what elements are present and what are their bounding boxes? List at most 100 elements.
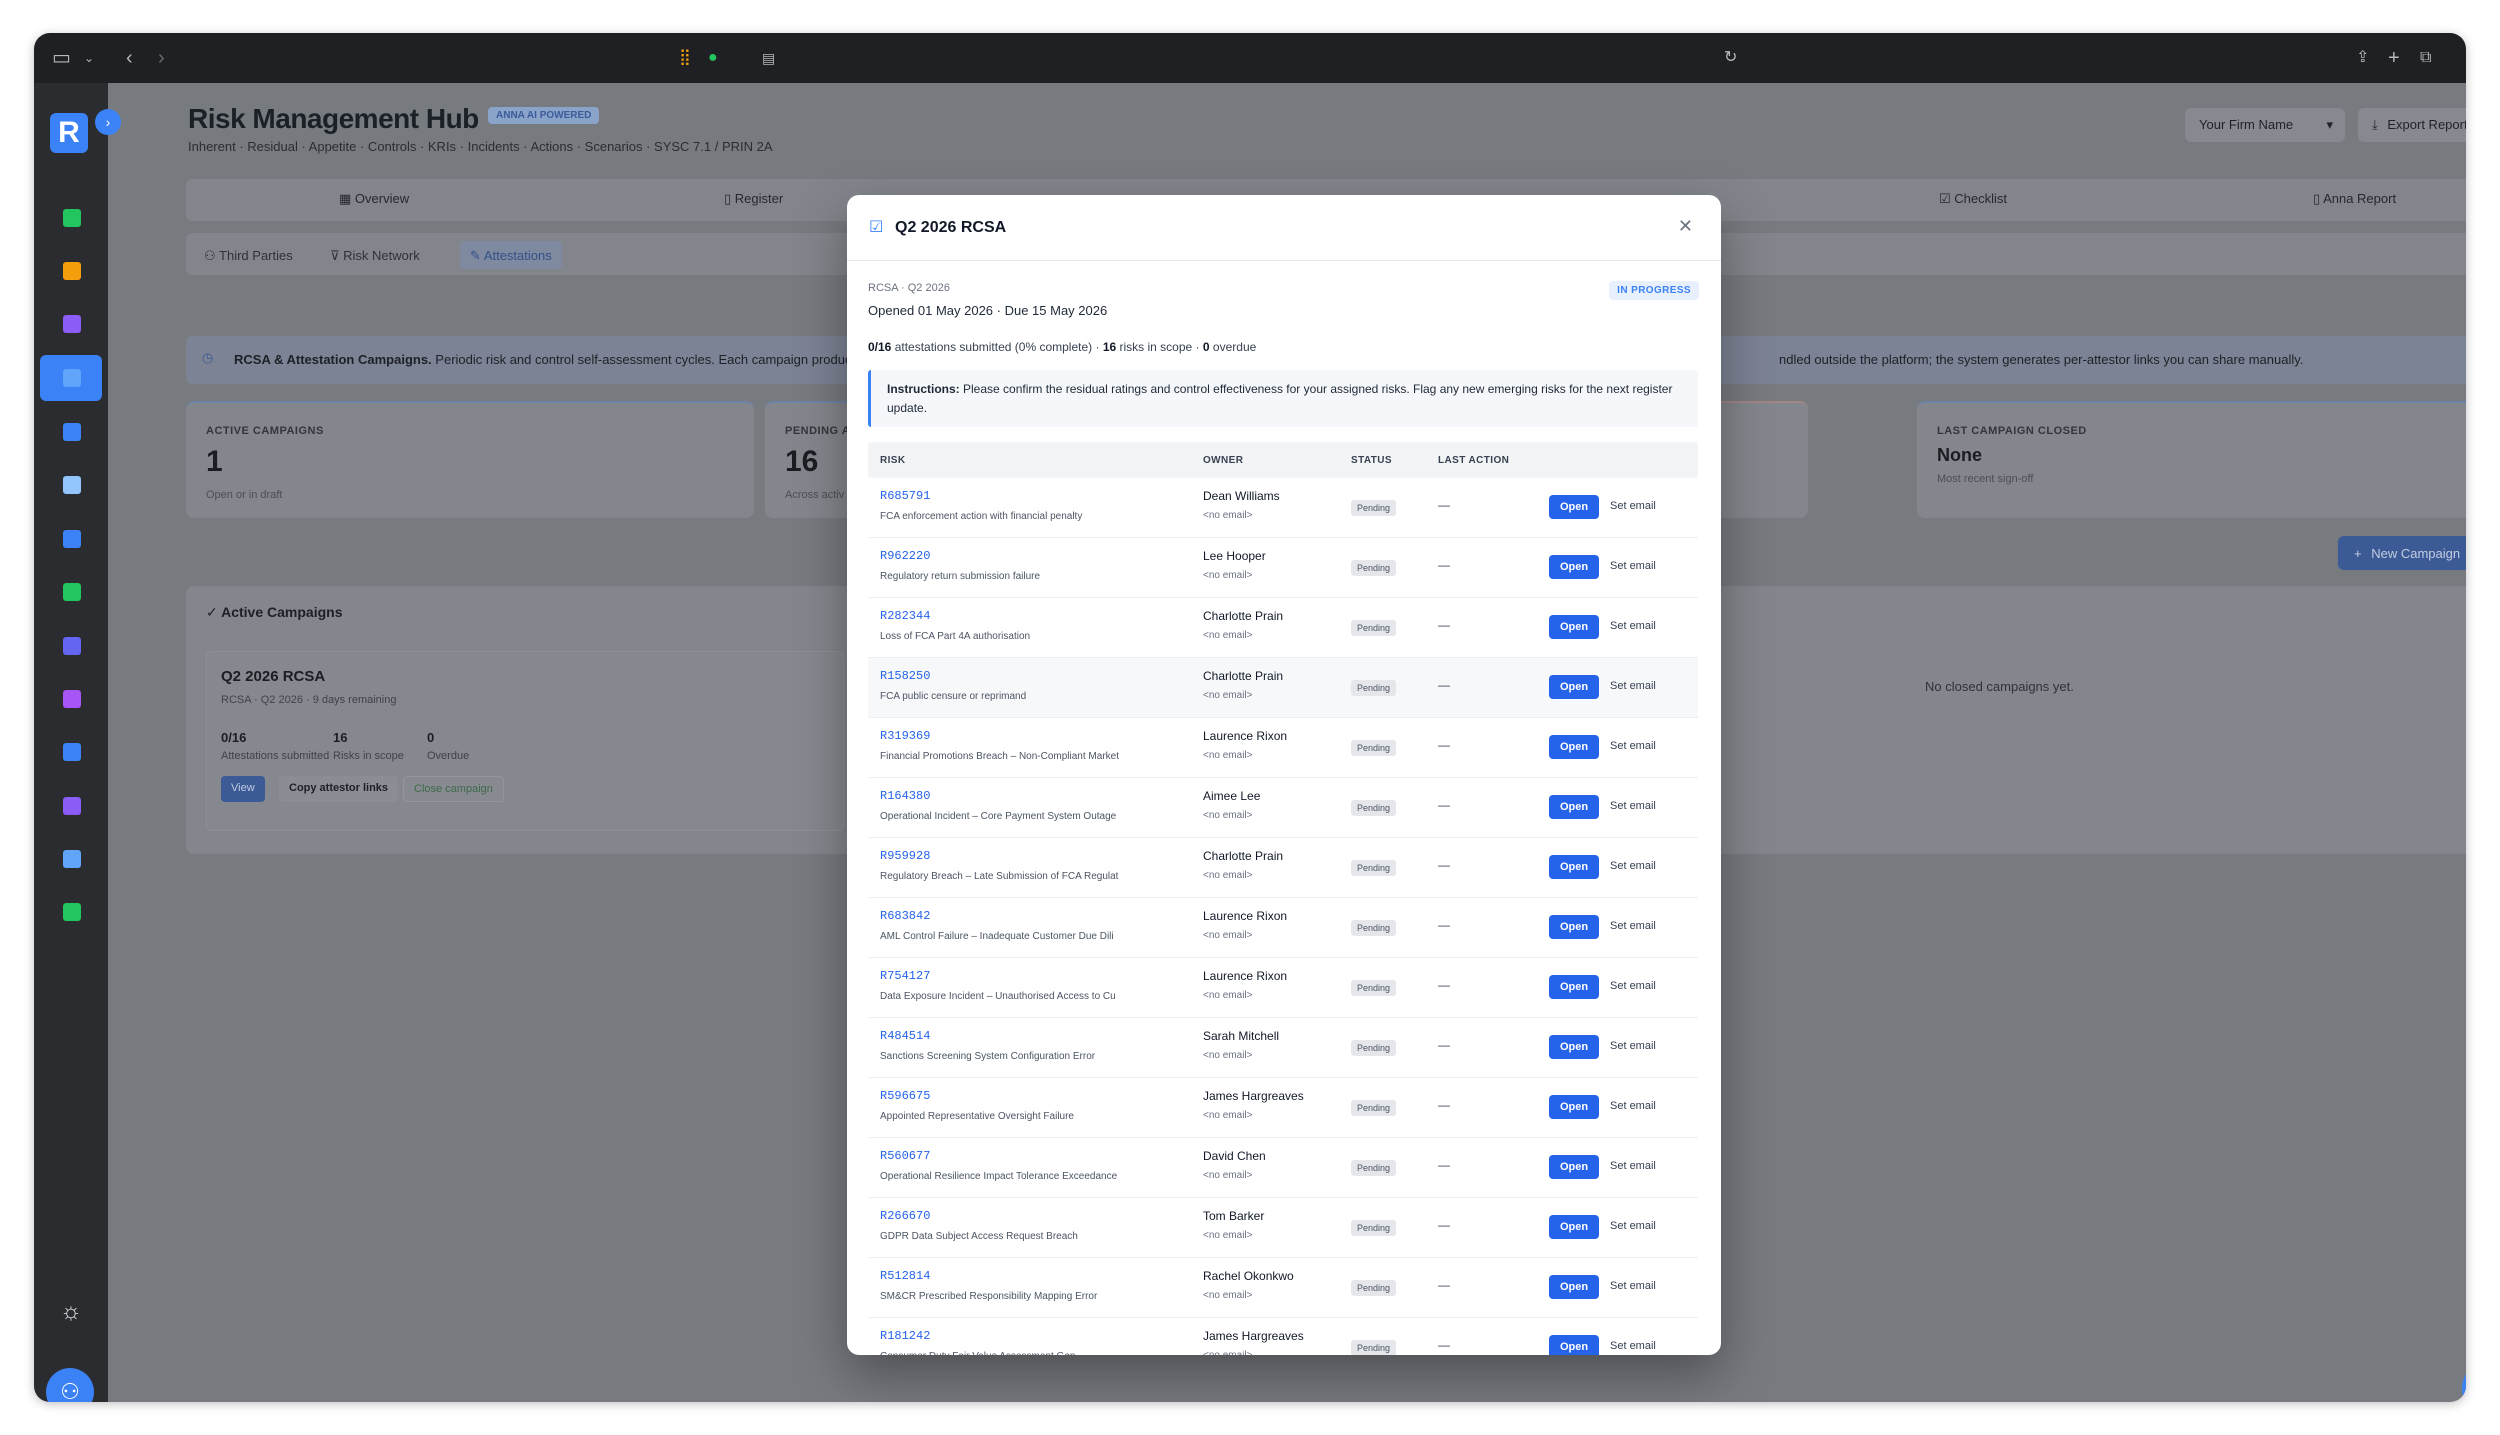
sidebar-item[interactable] (40, 248, 102, 294)
risk-id-link[interactable]: R685791 (880, 489, 930, 503)
share-icon[interactable]: ⇪ (2356, 46, 2369, 70)
set-email-link[interactable]: Set email (1610, 980, 1656, 992)
sidebar-item[interactable] (40, 783, 102, 829)
report-icon: ▯ (2313, 191, 2321, 206)
new-tab-icon[interactable]: + (2388, 46, 2400, 70)
info-text-right: ndled outside the platform; the system g… (1779, 352, 2304, 367)
set-email-link[interactable]: Set email (1610, 500, 1656, 512)
tab-third-parties[interactable]: ⚇ Third Parties (194, 241, 303, 269)
summary-overdue: 0 (1202, 340, 1210, 354)
close-icon[interactable]: ✕ (1678, 216, 1693, 237)
open-button[interactable]: Open (1549, 855, 1599, 879)
close-campaign-button[interactable]: Close campaign (403, 776, 504, 802)
sidebar-item[interactable] (40, 355, 102, 401)
risk-id-link[interactable]: R282344 (880, 609, 930, 623)
tab-checklist[interactable]: ☑ Checklist (1939, 191, 2007, 207)
open-button[interactable]: Open (1549, 1335, 1599, 1355)
risk-id-link[interactable]: R560677 (880, 1149, 930, 1163)
table-row: R754127 Data Exposure Incident – Unauthor… (868, 958, 1698, 1018)
set-email-link[interactable]: Set email (1610, 1220, 1656, 1232)
apps-grid-icon[interactable]: ⣿ (679, 46, 691, 70)
risk-id-link[interactable]: R158250 (880, 669, 930, 683)
user-avatar[interactable]: ⚇ (46, 1368, 94, 1402)
tab-attestations[interactable]: ✎ Attestations (460, 241, 562, 269)
risk-name: Loss of FCA Part 4A authorisation (880, 631, 1031, 642)
open-button[interactable]: Open (1549, 1095, 1599, 1119)
set-email-link[interactable]: Set email (1610, 860, 1656, 872)
set-email-link[interactable]: Set email (1610, 1280, 1656, 1292)
owner-name: James Hargreaves (1203, 1089, 1304, 1103)
set-email-link[interactable]: Set email (1610, 740, 1656, 752)
risk-id-link[interactable]: R959928 (880, 849, 930, 863)
sidebar-item[interactable] (40, 676, 102, 722)
open-button[interactable]: Open (1549, 975, 1599, 999)
back-icon[interactable]: ‹ (126, 46, 133, 70)
sidebar-item[interactable] (40, 195, 102, 241)
risk-id-link[interactable]: R512814 (880, 1269, 930, 1283)
new-campaign-button[interactable]: + New Campaign (2338, 536, 2466, 570)
open-button[interactable]: Open (1549, 555, 1599, 579)
risk-id-link[interactable]: R683842 (880, 909, 930, 923)
chevron-down-icon[interactable]: ⌄ (84, 46, 94, 70)
risk-id-link[interactable]: R962220 (880, 549, 930, 563)
tab-overview[interactable]: ▦ Overview (339, 191, 409, 207)
open-button[interactable]: Open (1549, 735, 1599, 759)
sidebar-item[interactable] (40, 569, 102, 615)
open-button[interactable]: Open (1549, 495, 1599, 519)
risk-id-link[interactable]: R484514 (880, 1029, 930, 1043)
sidebar-expand-button[interactable]: › (95, 109, 121, 135)
sidebar-item[interactable] (40, 516, 102, 562)
risk-id-link[interactable]: R754127 (880, 969, 930, 983)
set-email-link[interactable]: Set email (1610, 1100, 1656, 1112)
summary-submitted: 0/16 (868, 340, 892, 354)
view-campaign-button[interactable]: View (221, 776, 265, 802)
set-email-link[interactable]: Set email (1610, 620, 1656, 632)
app-logo[interactable]: R (50, 113, 88, 153)
risk-id-link[interactable]: R181242 (880, 1329, 930, 1343)
firm-select[interactable]: Your Firm Name ▾ (2185, 108, 2345, 142)
tab-anna-report[interactable]: ▯ Anna Report (2313, 191, 2396, 207)
export-report-button[interactable]: ⤓ Export Report (2358, 108, 2466, 142)
reload-icon[interactable]: ↻ (1724, 46, 1737, 70)
sun-icon[interactable]: ☼ (54, 1295, 88, 1329)
risk-id-link[interactable]: R596675 (880, 1089, 930, 1103)
open-button[interactable]: Open (1549, 1215, 1599, 1239)
modal-title: Q2 2026 RCSA (895, 219, 1007, 236)
open-button[interactable]: Open (1549, 795, 1599, 819)
table-row: R685791 FCA enforcement action with finan… (868, 478, 1698, 538)
open-button[interactable]: Open (1549, 675, 1599, 699)
sidebar-item[interactable] (40, 623, 102, 669)
set-email-link[interactable]: Set email (1610, 560, 1656, 572)
forward-icon[interactable]: › (158, 46, 165, 70)
set-email-link[interactable]: Set email (1610, 1040, 1656, 1052)
risk-id-link[interactable]: R164380 (880, 789, 930, 803)
tab-register[interactable]: ▯ Register (724, 191, 783, 207)
set-email-link[interactable]: Set email (1610, 920, 1656, 932)
grammarly-icon[interactable]: ● (708, 46, 718, 70)
open-button[interactable]: Open (1549, 1275, 1599, 1299)
risk-id-link[interactable]: R266670 (880, 1209, 930, 1223)
sidebar-item[interactable] (40, 409, 102, 455)
risk-id-link[interactable]: R319369 (880, 729, 930, 743)
tabs-overview-icon[interactable]: ⧉ (2420, 46, 2431, 70)
sidebar-item[interactable] (40, 462, 102, 508)
open-button[interactable]: Open (1549, 1155, 1599, 1179)
sidebar-item[interactable] (40, 836, 102, 882)
sidebar-item[interactable] (40, 301, 102, 347)
sidebar-item[interactable] (40, 889, 102, 935)
page-icon[interactable]: ▤ (762, 46, 775, 70)
sidebar-toggle-icon[interactable]: ▭ (52, 46, 71, 70)
kpi-value: 16 (785, 445, 819, 478)
copy-attestor-links-button[interactable]: Copy attestor links (279, 776, 399, 802)
risk-name: Sanctions Screening System Configuration… (880, 1051, 1096, 1062)
open-button[interactable]: Open (1549, 915, 1599, 939)
chat-icon[interactable]: ✉ (2462, 1359, 2466, 1402)
set-email-link[interactable]: Set email (1610, 800, 1656, 812)
set-email-link[interactable]: Set email (1610, 1340, 1656, 1352)
sidebar-item[interactable] (40, 729, 102, 775)
tab-risk-network[interactable]: ⊽ Risk Network (320, 241, 430, 269)
set-email-link[interactable]: Set email (1610, 1160, 1656, 1172)
open-button[interactable]: Open (1549, 615, 1599, 639)
set-email-link[interactable]: Set email (1610, 680, 1656, 692)
open-button[interactable]: Open (1549, 1035, 1599, 1059)
